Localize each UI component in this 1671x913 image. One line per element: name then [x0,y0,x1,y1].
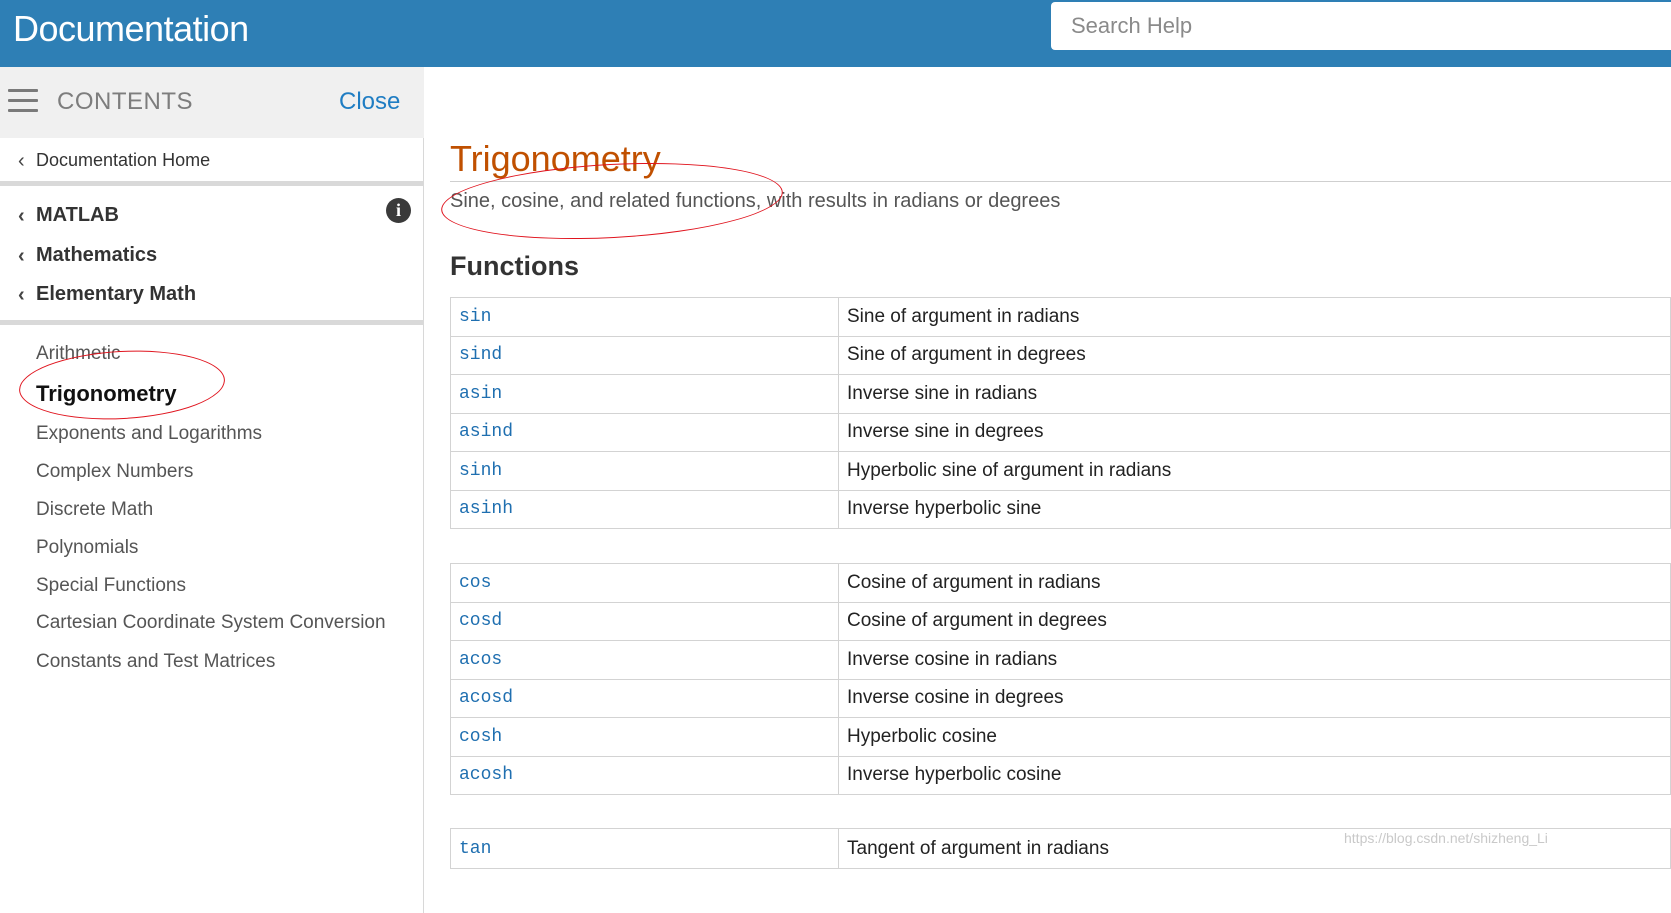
function-description: Cosine of argument in radians [838,563,1671,603]
function-description: Sine of argument in degrees [838,335,1671,375]
function-description: Inverse cosine in radians [838,640,1671,680]
function-description: Inverse sine in degrees [838,412,1671,452]
title-divider [450,181,1671,182]
chevron-left-icon: ‹ [18,283,25,306]
documentation-page: Documentation CONTENTS Close ‹ Documenta… [0,0,1671,913]
search-input[interactable] [1051,2,1671,50]
sidebar-item-exponents-and-logarithms[interactable]: Exponents and Logarithms [36,423,262,445]
chevron-left-icon: ‹ [18,244,25,267]
sidebar-item-polynomials[interactable]: Polynomials [36,537,138,559]
breadcrumb-matlab[interactable]: ‹ MATLAB [18,204,119,227]
sidebar-item-special-functions[interactable]: Special Functions [36,575,186,597]
function-link-sin[interactable]: sin [450,297,839,337]
breadcrumb-elementary-math[interactable]: ‹ Elementary Math [18,283,196,306]
table-row: asind Inverse sine in degrees [450,412,1671,452]
function-link-acosd[interactable]: acosd [450,678,839,718]
table-row: sind Sine of argument in degrees [450,335,1671,375]
close-link[interactable]: Close [339,88,400,116]
header-title: Documentation [13,8,249,49]
sidebar-item-constants-and-test-matrices[interactable]: Constants and Test Matrices [36,651,275,673]
hamburger-menu-icon[interactable] [8,89,38,113]
function-description: Sine of argument in radians [838,297,1671,337]
breadcrumb-label: Elementary Math [36,283,197,305]
function-link-cosh[interactable]: cosh [450,717,839,757]
breadcrumb-label: MATLAB [36,204,119,226]
table-row: sin Sine of argument in radians [450,297,1671,337]
sidebar-header: CONTENTS Close [0,67,424,138]
function-description: Inverse cosine in degrees [838,678,1671,718]
function-description: Inverse hyperbolic cosine [838,755,1671,795]
chevron-left-icon: ‹ [18,149,25,172]
function-link-asinh[interactable]: asinh [450,489,839,529]
sidebar-item-complex-numbers[interactable]: Complex Numbers [36,461,193,483]
function-description: Inverse hyperbolic sine [838,489,1671,529]
function-description: Hyperbolic cosine [838,717,1671,757]
functions-table-cosine: cos Cosine of argument in radians cosd Cos… [450,563,1671,795]
documentation-home-label: Documentation Home [36,150,211,170]
contents-label: CONTENTS [57,88,193,115]
info-icon[interactable]: i [386,198,411,223]
table-row: cosh Hyperbolic cosine [450,717,1671,757]
function-link-asin[interactable]: asin [450,374,839,414]
page-subtitle: Sine, cosine, and related functions, wit… [450,190,1061,212]
table-row: asin Inverse sine in radians [450,374,1671,414]
sidebar-divider [0,320,424,325]
function-link-acos[interactable]: acos [450,640,839,680]
breadcrumb-label: Mathematics [36,244,158,266]
sidebar-item-arithmetic[interactable]: Arithmetic [36,343,120,365]
function-link-sind[interactable]: sind [450,335,839,375]
function-description: Hyperbolic sine of argument in radians [838,451,1671,491]
table-row: acosd Inverse cosine in degrees [450,678,1671,718]
chevron-left-icon: ‹ [18,204,25,227]
sidebar-item-cartesian-coordinate-system-conversion[interactable]: Cartesian Coordinate System Conversion [36,612,386,634]
breadcrumb-mathematics[interactable]: ‹ Mathematics [18,244,157,267]
documentation-home-link[interactable]: ‹ Documentation Home [18,150,210,171]
table-row: cosd Cosine of argument in degrees [450,601,1671,641]
functions-table-sine: sin Sine of argument in radians sind Sine … [450,297,1671,529]
function-description: Inverse sine in radians [838,374,1671,414]
table-row: asinh Inverse hyperbolic sine [450,489,1671,529]
sidebar-divider [0,181,424,186]
sidebar-item-trigonometry[interactable]: Trigonometry [36,381,177,407]
sidebar-item-discrete-math[interactable]: Discrete Math [36,499,153,521]
watermark: https://blog.csdn.net/shizheng_Li [1344,830,1548,846]
table-row: acosh Inverse hyperbolic cosine [450,755,1671,795]
header-bar: Documentation [0,0,1671,67]
functions-heading: Functions [450,251,579,281]
function-link-sinh[interactable]: sinh [450,451,839,491]
function-link-tan[interactable]: tan [450,828,839,869]
function-description: Cosine of argument in degrees [838,601,1671,641]
function-link-cos[interactable]: cos [450,563,839,603]
function-link-acosh[interactable]: acosh [450,755,839,795]
function-link-cosd[interactable]: cosd [450,601,839,641]
table-row: acos Inverse cosine in radians [450,640,1671,680]
main-content: Trigonometry Sine, cosine, and related f… [425,67,1671,913]
page-title: Trigonometry [450,138,661,179]
table-row: sinh Hyperbolic sine of argument in radia… [450,451,1671,491]
function-link-asind[interactable]: asind [450,412,839,452]
table-row: cos Cosine of argument in radians [450,563,1671,603]
sidebar: CONTENTS Close ‹ Documentation Home ‹ MA… [0,67,424,913]
